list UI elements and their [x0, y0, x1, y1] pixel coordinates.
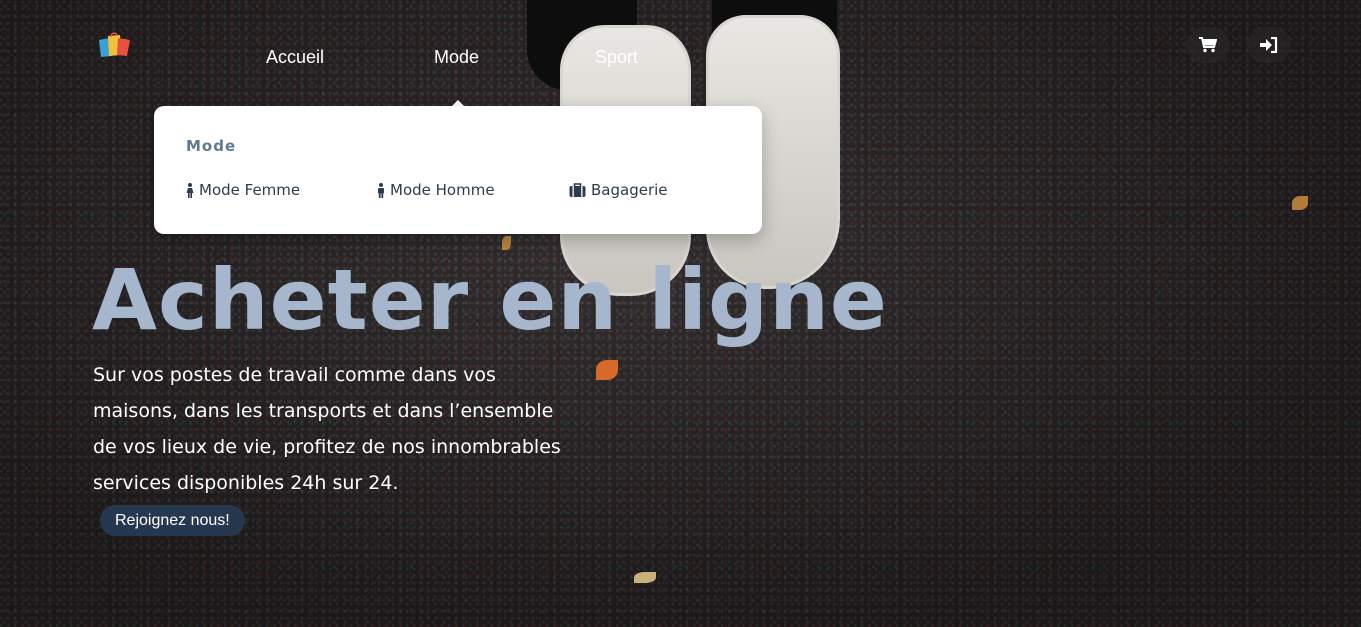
hero-section: Accueil Mode Sport Mode Mode Femme Mode … [0, 0, 1361, 627]
login-icon [1260, 37, 1278, 53]
hero-title: Acheter en ligne [92, 251, 888, 349]
cart-icon [1199, 37, 1217, 53]
cart-button[interactable] [1186, 27, 1230, 63]
shopping-bags-icon [99, 32, 130, 57]
mode-dropdown-menu: Mode Mode Femme Mode Homme Bagagerie [154, 106, 762, 234]
background-leaf [502, 236, 511, 250]
menu-item-label: Mode Femme [199, 181, 301, 199]
luggage-icon [569, 183, 586, 197]
background-leaf [596, 360, 618, 380]
female-icon [186, 182, 194, 198]
menu-item-mode-femme[interactable]: Mode Femme [186, 181, 300, 199]
login-button[interactable] [1247, 27, 1291, 63]
male-icon [378, 182, 384, 198]
menu-item-mode-homme[interactable]: Mode Homme [377, 181, 495, 199]
nav-item-mode[interactable]: Mode [434, 47, 479, 68]
nav-item-accueil[interactable]: Accueil [266, 47, 324, 68]
background-leaf [634, 572, 656, 583]
join-button[interactable]: Rejoignez nous! [100, 505, 245, 536]
menu-item-bagagerie[interactable]: Bagagerie [569, 181, 668, 199]
background-leaf [1292, 196, 1308, 210]
hero-description: Sur vos postes de travail comme dans vos… [93, 364, 561, 494]
nav-item-sport[interactable]: Sport [595, 47, 638, 68]
logo[interactable] [96, 30, 136, 58]
menu-item-label: Bagagerie [591, 181, 668, 199]
dropdown-title: Mode [186, 137, 237, 155]
menu-item-label: Mode Homme [390, 181, 495, 199]
